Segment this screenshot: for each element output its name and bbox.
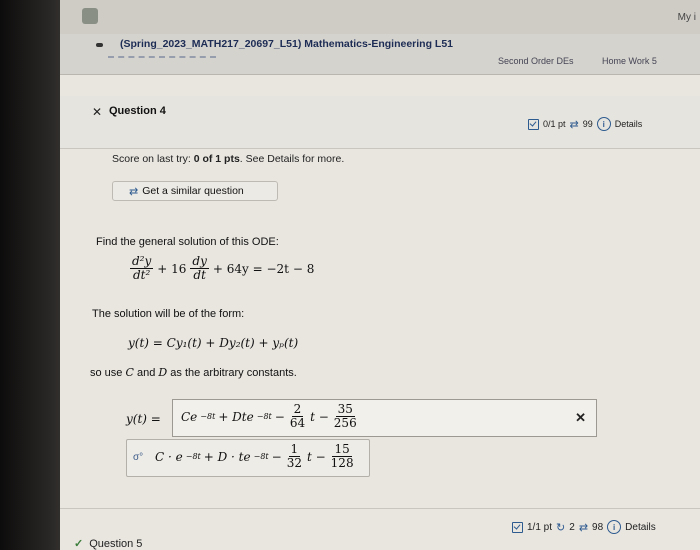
- frac-denominator: dt²: [132, 268, 151, 283]
- browser-screen: My i (Spring_2023_MATH217_20697_L51) Mat…: [60, 0, 700, 550]
- second-derivative: d²y dt²: [130, 254, 154, 283]
- preview-term: t −: [306, 449, 326, 464]
- frac-denominator: 64: [289, 416, 306, 431]
- answer-preview: σ° C · e −8t + D · te −8t − 1 32 t − 15 12…: [126, 439, 370, 477]
- frac-numerator: 35: [335, 402, 355, 418]
- attempt-icon: ↻: [556, 521, 566, 534]
- menu-icon[interactable]: [96, 43, 103, 47]
- frac-denominator: 32: [286, 456, 302, 471]
- question-title: Question 4: [109, 105, 166, 117]
- answer-term: Ce: [181, 409, 198, 424]
- exponent: −8t: [253, 452, 269, 462]
- similar-question-label: Get a similar question: [142, 185, 244, 197]
- arbitrary-constants-note: so use C and D as the arbitrary constant…: [90, 366, 297, 379]
- preview-fraction: 15 128: [329, 442, 356, 471]
- close-icon[interactable]: ✕: [92, 105, 102, 119]
- points-value: 0/1 pt: [543, 119, 566, 129]
- answer-term: t −: [310, 409, 329, 424]
- q5-retries: 98: [592, 521, 604, 533]
- question-header: ✕ Question 4 0/1 pt ⇄ 99 i Details: [60, 96, 700, 149]
- info-icon[interactable]: i: [596, 117, 611, 131]
- score-value: 0 of 1 pts: [193, 153, 240, 165]
- check-box-icon: [528, 118, 539, 130]
- divider: [60, 508, 700, 509]
- frac-numerator: 15: [332, 442, 352, 458]
- answer-term: + Dte: [218, 409, 254, 424]
- question-prompt: Find the general solution of this ODE:: [96, 236, 279, 248]
- exponent: −8t: [185, 452, 201, 462]
- exponent: −8t: [256, 412, 272, 422]
- frac-numerator: 1: [288, 442, 301, 458]
- frac-numerator: d²y: [130, 254, 154, 270]
- retry-icon: ⇄: [578, 521, 589, 534]
- exponent: −8t: [200, 412, 216, 422]
- ode-term: + 64y = −2t − 8: [212, 261, 315, 276]
- answer-term: −: [274, 409, 285, 424]
- arb-text: as the arbitrary constants.: [170, 367, 297, 379]
- retries-value: 99: [582, 119, 593, 129]
- answer-expression[interactable]: Ce −8t + Dte −8t − 2 64 t − 35 256: [181, 402, 359, 431]
- course-subtitle-stub: [108, 56, 216, 62]
- question-meta: 0/1 pt ⇄ 99 i Details: [528, 117, 642, 131]
- course-bar: (Spring_2023_MATH217_20697_L51) Mathemat…: [60, 34, 700, 75]
- site-icon: [82, 8, 98, 24]
- preview-term: + D · te: [203, 449, 251, 464]
- ode-equation: d²y dt² + 16 dy dt + 64y = −2t − 8: [130, 254, 315, 283]
- score-prefix: Score on last try:: [112, 153, 194, 165]
- question-5-title: Question 5: [89, 538, 143, 550]
- form-intro: The solution will be of the form:: [92, 308, 245, 320]
- user-menu[interactable]: My i: [678, 12, 696, 23]
- similar-question-button[interactable]: ⇄ Get a similar question: [112, 181, 278, 201]
- preview-fraction: 1 32: [285, 442, 304, 471]
- question-5-header[interactable]: ✓ Question 5: [74, 537, 142, 550]
- q5-attempts: 2: [569, 521, 575, 533]
- answer-fraction: 35 256: [332, 402, 359, 431]
- breadcrumb-second-order[interactable]: Second Order DEs: [498, 56, 574, 66]
- frac-denominator: 256: [333, 416, 357, 431]
- incorrect-icon: ✕: [575, 410, 586, 425]
- retry-icon: ⇄: [129, 185, 139, 198]
- details-link[interactable]: Details: [615, 119, 643, 129]
- answer-label: y(t) =: [126, 412, 161, 426]
- frac-denominator: dt: [193, 268, 206, 283]
- retry-icon: ⇄: [569, 118, 579, 131]
- breadcrumb-homework[interactable]: Home Work 5: [602, 56, 657, 66]
- question-5-meta: 1/1 pt ↻ 2 ⇄ 98 i Details: [512, 520, 656, 534]
- check-box-icon: [512, 521, 523, 533]
- arb-text: so use: [90, 367, 123, 379]
- preview-expression: C · e −8t + D · te −8t − 1 32 t − 15 128: [155, 442, 356, 471]
- solution-form: y(t) = Cy₁(t) + Dy₂(t) + yₚ(t): [128, 336, 299, 350]
- answer-fraction: 2 64: [288, 402, 307, 431]
- checkmark-icon: ✓: [74, 538, 84, 550]
- q5-points: 1/1 pt: [527, 521, 553, 533]
- frac-numerator: dy: [190, 254, 209, 270]
- info-icon[interactable]: i: [607, 520, 622, 534]
- score-line: Score on last try: 0 of 1 pts. See Detai…: [112, 153, 344, 165]
- answer-input[interactable]: Ce −8t + Dte −8t − 2 64 t − 35 256 ✕: [172, 399, 597, 437]
- preview-icon[interactable]: σ°: [133, 452, 143, 463]
- top-band: My i: [60, 0, 700, 34]
- arb-text: and: [136, 367, 156, 379]
- course-title[interactable]: (Spring_2023_MATH217_20697_L51) Mathemat…: [120, 38, 453, 50]
- frac-numerator: 2: [291, 402, 304, 418]
- first-derivative: dy dt: [190, 254, 209, 283]
- preview-term: C · e: [155, 449, 183, 464]
- arb-constant: D: [158, 366, 168, 379]
- frac-denominator: 128: [330, 456, 354, 471]
- q5-details-link[interactable]: Details: [625, 522, 656, 533]
- score-suffix: . See Details for more.: [239, 153, 345, 165]
- arb-constant: C: [125, 366, 134, 379]
- preview-term: −: [271, 449, 282, 464]
- ode-term: + 16: [157, 261, 187, 276]
